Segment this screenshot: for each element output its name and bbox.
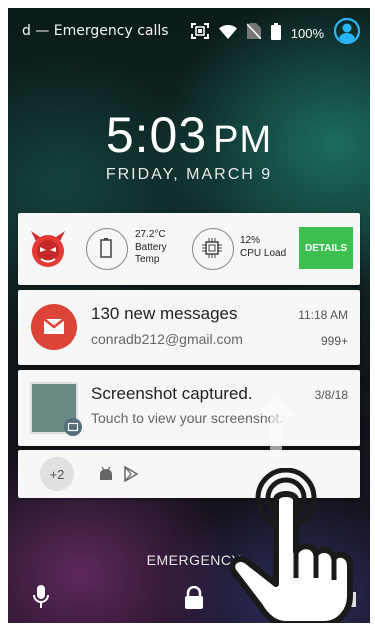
gmail-count: 999+ [320, 334, 348, 348]
battery-icon [270, 22, 281, 44]
cpu-chip-icon [202, 238, 222, 262]
wifi-icon [218, 24, 237, 43]
play-store-icon [123, 465, 139, 486]
cpu-load-value: 12% [240, 235, 261, 246]
pointing-hand-icon [220, 467, 370, 623]
cpu-load-label: CPU Load [240, 248, 287, 259]
gallery-badge-icon [64, 418, 82, 440]
clock-ampm: PM [213, 119, 273, 161]
lock-screen: d — Emergency calls 100% 5:03 PM FRIDAY,… [8, 8, 370, 623]
microphone-icon[interactable] [32, 584, 50, 614]
gmail-time: 11:18 AM [298, 308, 348, 322]
battery-outline-icon [100, 238, 112, 262]
device-frame: d — Emergency calls 100% 5:03 PM FRIDAY,… [0, 0, 375, 631]
gmail-title: 130 new messages [91, 304, 238, 323]
android-icon [98, 466, 114, 486]
gmail-account: conradb212@gmail.com [91, 331, 243, 347]
battery-temp-label-2: Temp [135, 254, 160, 265]
screenshot-icon [190, 23, 209, 43]
details-button[interactable]: DETAILS [299, 227, 353, 269]
antutu-notification[interactable]: 27.2°C Battery Temp 12% CPU Load DETAILS [18, 213, 360, 285]
clock-date: FRIDAY, MARCH 9 [105, 166, 273, 183]
clock: 5:03 PM [8, 106, 370, 164]
screenshot-date: 3/8/18 [314, 388, 348, 402]
battery-temp-value: 27.2°C [135, 229, 166, 240]
screenshot-notification[interactable]: Screenshot captured. Touch to view your … [18, 370, 360, 446]
carrier-text: d — Emergency calls [22, 23, 169, 39]
overflow-count-badge: +2 [40, 457, 74, 491]
clock-time: 5:03 [105, 107, 208, 163]
screenshot-title: Screenshot captured. [91, 384, 253, 403]
gmail-notification[interactable]: 130 new messages conradb212@gmail.com 11… [18, 290, 360, 365]
battery-temp-label-1: Battery [135, 242, 167, 253]
status-icons: 100% [190, 17, 361, 48]
screenshot-subtitle: Touch to view your screenshot. [91, 410, 284, 426]
swipe-up-arrow-icon [256, 394, 296, 462]
no-sim-icon [246, 23, 262, 43]
battery-percent: 100% [290, 25, 324, 41]
antutu-logo-icon [28, 229, 68, 273]
lock-icon[interactable] [183, 585, 205, 614]
account-icon[interactable] [333, 17, 361, 48]
status-bar: d — Emergency calls 100% [8, 8, 370, 56]
gmail-icon [31, 304, 77, 354]
